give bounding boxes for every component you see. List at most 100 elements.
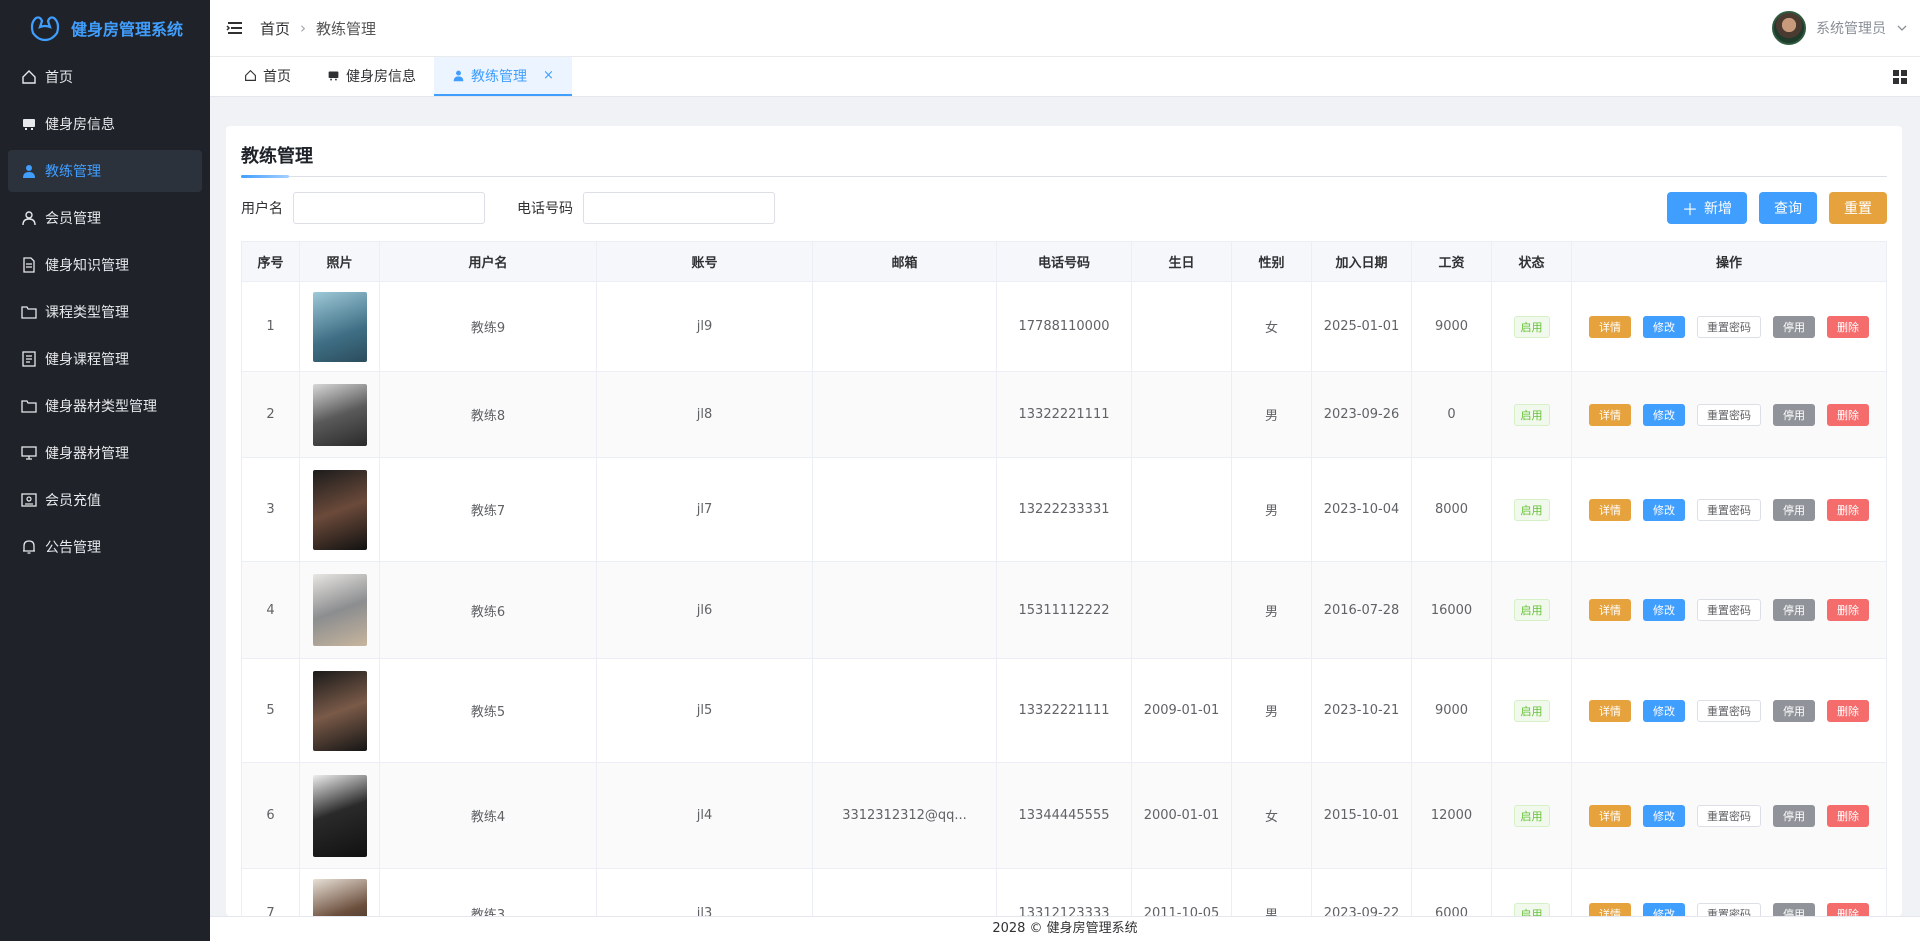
cell-join-date: 2025-01-01 bbox=[1311, 281, 1412, 372]
sidebar-item-course[interactable]: 健身课程管理 bbox=[8, 338, 202, 380]
username-input[interactable] bbox=[293, 192, 485, 224]
coach-photo[interactable] bbox=[312, 574, 367, 646]
edit-button[interactable]: 修改 bbox=[1643, 902, 1685, 916]
sidebar-item-notice[interactable]: 公告管理 bbox=[8, 526, 202, 568]
cell-no: 5 bbox=[241, 658, 300, 763]
column-header: 用户名 bbox=[379, 241, 597, 282]
reset-password-button[interactable]: 重置密码 bbox=[1697, 403, 1761, 426]
avatar[interactable] bbox=[1772, 11, 1806, 45]
tab-gym-info[interactable]: 健身房信息 bbox=[309, 57, 434, 96]
delete-button[interactable]: 删除 bbox=[1827, 315, 1869, 338]
detail-button[interactable]: 详情 bbox=[1589, 804, 1631, 827]
reset-button[interactable]: 重置 bbox=[1829, 192, 1887, 224]
page-title: 教练管理 bbox=[241, 142, 1887, 178]
disable-button[interactable]: 停用 bbox=[1773, 599, 1815, 621]
cell-salary: 16000 bbox=[1411, 561, 1492, 659]
app-title: 健身房管理系统 bbox=[70, 20, 183, 39]
edit-button[interactable]: 修改 bbox=[1643, 699, 1685, 722]
tab-coach[interactable]: 教练管理 × bbox=[434, 57, 572, 96]
coach-photo[interactable] bbox=[312, 383, 367, 446]
edit-button[interactable]: 修改 bbox=[1643, 599, 1685, 621]
cell-photo bbox=[299, 868, 380, 916]
sidebar-item-course-type[interactable]: 课程类型管理 bbox=[8, 291, 202, 333]
search-button[interactable]: 查询 bbox=[1759, 192, 1817, 224]
reset-password-button[interactable]: 重置密码 bbox=[1697, 804, 1761, 827]
detail-button[interactable]: 详情 bbox=[1589, 902, 1631, 916]
cell-gender: 男 bbox=[1231, 658, 1312, 763]
breadcrumb-home[interactable]: 首页 bbox=[260, 18, 290, 39]
edit-button[interactable]: 修改 bbox=[1643, 804, 1685, 827]
reset-password-button[interactable]: 重置密码 bbox=[1697, 498, 1761, 521]
edit-button[interactable]: 修改 bbox=[1643, 315, 1685, 338]
sidebar-item-label: 健身知识管理 bbox=[45, 258, 129, 274]
coach-photo[interactable] bbox=[312, 291, 367, 362]
cell-photo bbox=[299, 762, 380, 869]
delete-button[interactable]: 删除 bbox=[1827, 403, 1869, 426]
delete-button[interactable]: 删除 bbox=[1827, 902, 1869, 916]
phone-input[interactable] bbox=[583, 192, 775, 224]
cell-join-date: 2023-09-26 bbox=[1311, 371, 1412, 458]
disable-button[interactable]: 停用 bbox=[1773, 699, 1815, 722]
breadcrumb-separator-icon: › bbox=[300, 19, 307, 37]
brand[interactable]: 健身房管理系统 bbox=[0, 0, 210, 56]
cell-name: 教练8 bbox=[379, 371, 597, 458]
detail-button[interactable]: 详情 bbox=[1589, 599, 1631, 621]
sidebar-item-gym-info[interactable]: 健身房信息 bbox=[8, 103, 202, 145]
sidebar-item-coach[interactable]: 教练管理 bbox=[8, 150, 202, 192]
cell-status: 启用 bbox=[1491, 281, 1572, 372]
detail-button[interactable]: 详情 bbox=[1589, 315, 1631, 338]
topbar: 首页 › 教练管理 系统管理员 bbox=[210, 0, 1920, 57]
sidebar-item-equipment[interactable]: 健身器材管理 bbox=[8, 432, 202, 474]
sidebar-item-label: 教练管理 bbox=[45, 164, 101, 180]
close-icon[interactable]: × bbox=[543, 68, 554, 83]
status-badge: 启用 bbox=[1513, 902, 1550, 916]
delete-button[interactable]: 删除 bbox=[1827, 498, 1869, 521]
detail-button[interactable]: 详情 bbox=[1589, 699, 1631, 722]
detail-button[interactable]: 详情 bbox=[1589, 403, 1631, 426]
reset-password-button[interactable]: 重置密码 bbox=[1697, 599, 1761, 621]
cell-status: 启用 bbox=[1491, 762, 1572, 869]
tab-home[interactable]: 首页 bbox=[226, 57, 309, 96]
disable-button[interactable]: 停用 bbox=[1773, 804, 1815, 827]
sidebar-item-recharge[interactable]: 会员充值 bbox=[8, 479, 202, 521]
add-button[interactable]: ＋ 新增 bbox=[1666, 192, 1747, 224]
delete-button[interactable]: 删除 bbox=[1827, 804, 1869, 827]
sidebar-item-member[interactable]: 会员管理 bbox=[8, 197, 202, 239]
disable-button[interactable]: 停用 bbox=[1773, 498, 1815, 521]
user-menu[interactable]: 系统管理员 bbox=[1772, 11, 1908, 45]
reset-password-button[interactable]: 重置密码 bbox=[1697, 902, 1761, 916]
coach-photo[interactable] bbox=[312, 469, 367, 550]
row-actions: 详情 修改 重置密码 停用 删除 bbox=[1573, 403, 1886, 426]
cell-photo bbox=[299, 561, 380, 659]
coach-photo[interactable] bbox=[312, 878, 367, 916]
member-icon bbox=[22, 211, 36, 226]
delete-button[interactable]: 删除 bbox=[1827, 699, 1869, 722]
detail-button[interactable]: 详情 bbox=[1589, 498, 1631, 521]
grid-icon[interactable] bbox=[1892, 69, 1908, 85]
cell-phone: 17788110000 bbox=[996, 281, 1132, 372]
disable-button[interactable]: 停用 bbox=[1773, 902, 1815, 916]
sidebar-item-home[interactable]: 首页 bbox=[8, 56, 202, 98]
folder-icon bbox=[21, 306, 37, 319]
disable-button[interactable]: 停用 bbox=[1773, 403, 1815, 426]
cell-email bbox=[812, 561, 997, 659]
reset-password-button[interactable]: 重置密码 bbox=[1697, 315, 1761, 338]
wallet-icon bbox=[21, 493, 37, 507]
sidebar-item-knowledge[interactable]: 健身知识管理 bbox=[8, 244, 202, 286]
edit-button[interactable]: 修改 bbox=[1643, 498, 1685, 521]
cell-phone: 13222233331 bbox=[996, 457, 1132, 562]
delete-button[interactable]: 删除 bbox=[1827, 599, 1869, 621]
cell-gender: 男 bbox=[1231, 561, 1312, 659]
edit-button[interactable]: 修改 bbox=[1643, 403, 1685, 426]
cell-account: jl6 bbox=[596, 561, 813, 659]
sidebar-item-equipment-type[interactable]: 健身器材类型管理 bbox=[8, 385, 202, 427]
coach-photo[interactable] bbox=[312, 774, 367, 857]
cell-status: 启用 bbox=[1491, 561, 1572, 659]
coach-photo[interactable] bbox=[312, 670, 367, 751]
row-actions: 详情 修改 重置密码 停用 删除 bbox=[1573, 599, 1886, 621]
reset-password-button[interactable]: 重置密码 bbox=[1697, 699, 1761, 722]
cell-account: jl4 bbox=[596, 762, 813, 869]
disable-button[interactable]: 停用 bbox=[1773, 315, 1815, 338]
cell-email bbox=[812, 658, 997, 763]
menu-toggle-icon[interactable] bbox=[226, 19, 244, 37]
